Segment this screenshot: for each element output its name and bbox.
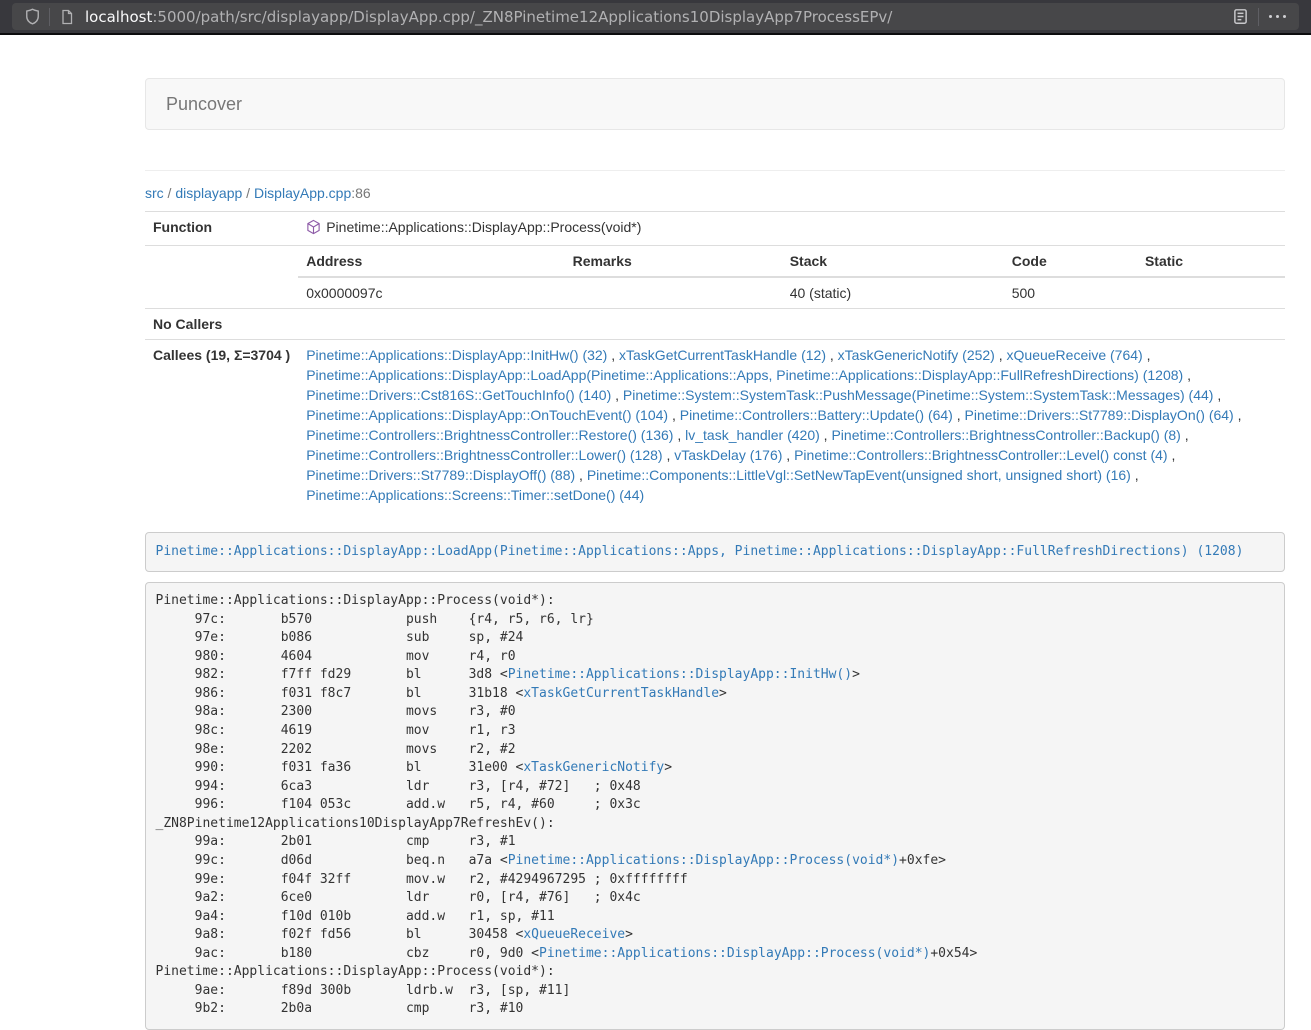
table-row: Address Remarks Stack Code Static 0x0000… (145, 246, 1285, 309)
callee-link[interactable]: Pinetime::Applications::DisplayApp::OnTo… (306, 407, 668, 423)
urlbar-divider (49, 8, 50, 26)
callee-link[interactable]: xQueueReceive (764) (1007, 347, 1143, 363)
url-bar[interactable]: localhost:5000/path/src/displayapp/Displ… (12, 3, 1299, 30)
remarks-cell (565, 277, 782, 308)
callees-label: Callees (19, Σ=3704 ) (145, 340, 298, 511)
callee-link[interactable]: Pinetime::Controllers::BrightnessControl… (306, 447, 662, 463)
app-title: Puncover (166, 94, 242, 114)
function-name: Pinetime::Applications::DisplayApp::Proc… (326, 219, 641, 235)
function-stats-cell: Address Remarks Stack Code Static 0x0000… (298, 246, 1285, 309)
asm-symbol-link[interactable]: Pinetime::Applications::DisplayApp::Proc… (508, 853, 899, 868)
callee-link[interactable]: Pinetime::Controllers::BrightnessControl… (306, 427, 673, 443)
breadcrumb: src / displayapp / DisplayApp.cpp:86 (145, 183, 1285, 203)
callee-link[interactable]: vTaskDelay (176) (674, 447, 782, 463)
callee-link[interactable]: Pinetime::Controllers::Battery::Update()… (680, 407, 953, 423)
no-callers-cell (298, 309, 1285, 340)
static-cell (1137, 277, 1285, 308)
table-row: 0x0000097c 40 (static) 500 (298, 277, 1285, 308)
url-path: :5000/path/src/displayapp/DisplayApp.cpp… (152, 8, 892, 26)
reader-mode-icon[interactable] (1230, 6, 1252, 28)
callee-link[interactable]: Pinetime::Controllers::BrightnessControl… (794, 447, 1167, 463)
callee-link[interactable]: Pinetime::Applications::DisplayApp::Init… (306, 347, 607, 363)
browser-toolbar: localhost:5000/path/src/displayapp/Displ… (0, 0, 1311, 35)
table-row: Callees (19, Σ=3704 ) Pinetime::Applicat… (145, 340, 1285, 511)
divider (145, 170, 1285, 171)
static-header: Static (1137, 246, 1285, 277)
code-cell: 500 (1004, 277, 1137, 308)
callee-link[interactable]: Pinetime::Applications::Screens::Timer::… (306, 487, 644, 503)
function-row-label: Function (145, 212, 298, 246)
callee-link[interactable]: Pinetime::Drivers::St7789::DisplayOn() (… (965, 407, 1234, 423)
asm-symbol-link[interactable]: Pinetime::Applications::DisplayApp::Proc… (539, 946, 930, 961)
breadcrumb-file-link[interactable]: DisplayApp.cpp (254, 185, 351, 201)
asm-symbol-link[interactable]: xTaskGenericNotify (523, 760, 664, 775)
remarks-header: Remarks (565, 246, 782, 277)
cube-symbol-icon (306, 219, 321, 240)
callee-link[interactable]: Pinetime::Controllers::BrightnessControl… (831, 427, 1180, 443)
function-name-cell: Pinetime::Applications::DisplayApp::Proc… (298, 212, 1285, 246)
callee-link[interactable]: Pinetime::Drivers::Cst816S::GetTouchInfo… (306, 387, 611, 403)
page-actions-menu-icon[interactable] (1265, 15, 1291, 19)
empty-row-label (145, 246, 298, 309)
asm-symbol-link[interactable]: xQueueReceive (523, 927, 625, 942)
url-text[interactable]: localhost:5000/path/src/displayapp/Displ… (85, 8, 1230, 26)
table-row: Address Remarks Stack Code Static (298, 246, 1285, 277)
urlbar-divider (1258, 8, 1259, 26)
page-container: Puncover src / displayapp / DisplayApp.c… (145, 78, 1285, 1030)
table-row: Function Pinetime::Applications::Display… (145, 212, 1285, 246)
callee-link[interactable]: lv_task_handler (420) (685, 427, 820, 443)
callee-link[interactable]: Pinetime::Components::LittleVgl::SetNewT… (587, 467, 1131, 483)
assembly-listing: Pinetime::Applications::DisplayApp::Proc… (145, 582, 1285, 1030)
callees-list: Pinetime::Applications::DisplayApp::Init… (298, 340, 1285, 511)
breadcrumb-src-link[interactable]: src (145, 185, 164, 201)
callee-link[interactable]: xTaskGenericNotify (252) (838, 347, 995, 363)
table-row: No Callers (145, 309, 1285, 340)
stack-header: Stack (782, 246, 1004, 277)
url-host: localhost (85, 8, 152, 26)
stats-table: Address Remarks Stack Code Static 0x0000… (298, 246, 1285, 308)
callee-link[interactable]: xTaskGetCurrentTaskHandle (12) (619, 347, 826, 363)
code-header: Code (1004, 246, 1137, 277)
asm-symbol-link[interactable]: Pinetime::Applications::DisplayApp::Init… (508, 667, 852, 682)
stack-cell: 40 (static) (782, 277, 1004, 308)
breadcrumb-separator: / (164, 185, 176, 201)
breadcrumb-displayapp-link[interactable]: displayapp (175, 185, 242, 201)
snippet-box: Pinetime::Applications::DisplayApp::Load… (145, 532, 1285, 572)
breadcrumb-line-number: :86 (351, 185, 370, 201)
address-header: Address (298, 246, 564, 277)
no-callers-label: No Callers (145, 309, 298, 340)
shield-icon[interactable] (21, 6, 43, 28)
snippet-symbol-link[interactable]: Pinetime::Applications::DisplayApp::Load… (156, 544, 1244, 559)
callee-link[interactable]: Pinetime::Applications::DisplayApp::Load… (306, 367, 1183, 383)
app-title-panel: Puncover (145, 78, 1285, 130)
page-icon (56, 6, 78, 28)
breadcrumb-separator: / (242, 185, 254, 201)
callee-link[interactable]: Pinetime::System::SystemTask::PushMessag… (623, 387, 1214, 403)
callee-link[interactable]: Pinetime::Drivers::St7789::DisplayOff() … (306, 467, 575, 483)
asm-symbol-link[interactable]: xTaskGetCurrentTaskHandle (523, 686, 719, 701)
address-cell: 0x0000097c (298, 277, 564, 308)
function-table: Function Pinetime::Applications::Display… (145, 211, 1285, 510)
